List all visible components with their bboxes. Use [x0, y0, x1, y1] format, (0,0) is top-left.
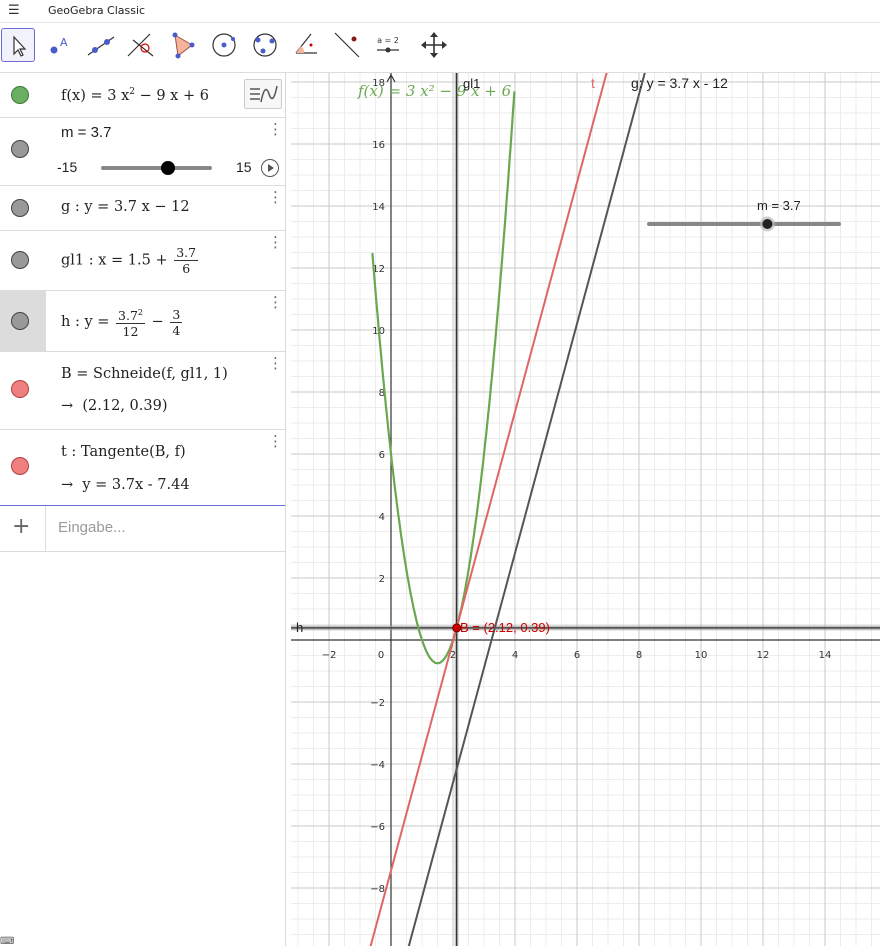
line-gl1-expression: gl1 : x = 1.5 + 3.7 6 — [61, 245, 199, 276]
algebra-row-f[interactable]: f(x) = 3 x2 − 9 x + 6 — [0, 73, 285, 118]
line-h-label: h — [296, 620, 303, 635]
circle-three-points-icon — [253, 33, 277, 57]
svg-text:A: A — [60, 36, 68, 49]
visibility-toggle-f[interactable] — [11, 86, 29, 104]
more-options-icon[interactable]: ⋮ — [268, 190, 283, 205]
tangent-t-result: → y = 3.7x - 7.44 — [61, 477, 190, 493]
reflect-icon — [334, 32, 360, 58]
circle-center-point-tool[interactable] — [207, 28, 241, 62]
polygon-icon — [172, 32, 195, 59]
x-tick-label: 8 — [636, 650, 642, 661]
visibility-toggle-B[interactable] — [11, 380, 29, 398]
more-options-icon[interactable]: ⋮ — [268, 434, 283, 449]
more-options-icon[interactable]: ⋮ — [268, 122, 283, 137]
hamburger-menu-icon[interactable]: ☰ — [8, 3, 20, 18]
graphics-view[interactable]: −2 0 2 4 6 8 10 12 14 18 16 14 12 10 8 6 4 2 −2 −4 −6 −8 f(x)… — [291, 73, 880, 946]
move-cross-icon — [421, 32, 447, 58]
perpendicular-icon — [127, 33, 154, 57]
algebra-row-h[interactable]: h : y = 3.72 12 − 34 ⋮ — [0, 291, 285, 352]
style-bar-toggle-button[interactable] — [244, 79, 282, 109]
point-tool[interactable]: A — [43, 28, 77, 62]
perpendicular-line-tool[interactable] — [125, 28, 159, 62]
y-tick-label: −6 — [370, 822, 385, 833]
circle-center-icon — [212, 33, 236, 57]
y-tick-label: 14 — [372, 202, 385, 213]
y-tick-label: 4 — [379, 512, 385, 523]
graphics-canvas[interactable]: −2 0 2 4 6 8 10 12 1418161412108642−2−4−6−8 f(x)… — [291, 73, 880, 946]
line-tool[interactable] — [84, 28, 118, 62]
add-icon[interactable]: + — [12, 514, 30, 539]
move-tool[interactable] — [1, 28, 35, 62]
play-animation-button[interactable] — [261, 159, 279, 177]
function-f-label: f(x) = 3 x² − 9 x + 6 — [357, 82, 512, 100]
algebra-row-t[interactable]: t : Tangente(B, f) → y = 3.7x - 7.44 ⋮ — [0, 430, 285, 506]
y-tick-label: 6 — [379, 450, 385, 461]
x-tick-label: 10 — [695, 650, 708, 661]
slider-track[interactable] — [101, 166, 212, 170]
slider-min-label: -15 — [57, 159, 78, 175]
more-options-icon[interactable]: ⋮ — [268, 235, 283, 250]
line-icon — [87, 36, 115, 56]
svg-text:a = 2: a = 2 — [377, 36, 399, 45]
point-B-definition: B = Schneide(f, gl1, 1) — [61, 366, 228, 382]
x-tick-label: 0 — [378, 650, 384, 661]
x-tick-label: 12 — [757, 650, 770, 661]
polygon-tool[interactable] — [166, 28, 200, 62]
algebra-row-gl1[interactable]: gl1 : x = 1.5 + 3.7 6 ⋮ — [0, 231, 285, 291]
graphics-slider-handle — [762, 219, 773, 229]
slider-handle[interactable] — [161, 161, 175, 175]
input-bar-placeholder[interactable]: Eingabe... — [58, 519, 126, 536]
function-f-expression: f(x) = 3 x2 − 9 x + 6 — [61, 87, 209, 104]
line-g-label: g: y = 3.7 x - 12 — [631, 75, 728, 91]
slider-m-label: m = 3.7 — [61, 124, 112, 141]
y-tick-label: −8 — [370, 884, 385, 895]
algebra-row-B[interactable]: B = Schneide(f, gl1, 1) → (2.12, 0.39) ⋮ — [0, 352, 285, 430]
title-bar: ☰ GeoGebra Classic — [0, 0, 880, 23]
x-tick-label: 14 — [819, 650, 832, 661]
tangent-t-label: t — [591, 75, 595, 91]
angle-icon — [295, 33, 317, 54]
line-gl1-label: gl1 — [463, 76, 480, 91]
visibility-toggle-t[interactable] — [11, 457, 29, 475]
visibility-toggle-h[interactable] — [11, 312, 29, 330]
point-B-result: → (2.12, 0.39) — [61, 398, 168, 414]
app-title: GeoGebra Classic — [48, 4, 146, 17]
visibility-toggle-m[interactable] — [11, 140, 29, 158]
visibility-toggle-gl1[interactable] — [11, 251, 29, 269]
y-tick-label: 16 — [372, 140, 385, 151]
point-icon: A — [50, 36, 68, 54]
point-B-label: B = (2.12, 0.39) — [460, 620, 550, 635]
input-row[interactable]: + Eingabe... — [0, 506, 285, 552]
x-tick-label: −2 — [322, 650, 337, 661]
slider-tool[interactable]: a = 2 — [371, 28, 405, 62]
algebra-view: f(x) = 3 x2 − 9 x + 6 m = 3.7 ⋮ -15 15 g… — [0, 73, 286, 947]
x-tick-label: 4 — [512, 650, 518, 661]
toolbar: A a = 2 — [0, 23, 880, 73]
graphics-slider-label: m = 3.7 — [757, 198, 801, 213]
tangent-t-line — [369, 73, 608, 946]
reflect-tool[interactable] — [330, 28, 364, 62]
more-options-icon[interactable]: ⋮ — [268, 356, 283, 371]
cursor-arrow-icon — [13, 35, 27, 57]
function-style-icon — [250, 85, 278, 103]
angle-tool[interactable] — [289, 28, 323, 62]
line-g-expression: g : y = 3.7 x − 12 — [61, 199, 190, 215]
move-graphics-view-tool[interactable] — [417, 28, 451, 62]
more-options-icon[interactable]: ⋮ — [268, 295, 283, 310]
slider-max-label: 15 — [236, 159, 252, 175]
algebra-row-m[interactable]: m = 3.7 ⋮ -15 15 — [0, 118, 285, 186]
circle-three-points-tool[interactable] — [248, 28, 282, 62]
visibility-toggle-g[interactable] — [11, 199, 29, 217]
tangent-t-definition: t : Tangente(B, f) — [61, 444, 186, 460]
algebra-row-g[interactable]: g : y = 3.7 x − 12 ⋮ — [0, 186, 285, 231]
x-tick-label: 6 — [574, 650, 580, 661]
play-icon — [268, 164, 274, 172]
y-tick-label: −2 — [370, 698, 385, 709]
line-h-expression: h : y = 3.72 12 − 34 — [61, 306, 183, 340]
keyboard-icon[interactable]: ⌨ — [0, 936, 14, 947]
y-tick-label: 2 — [379, 574, 385, 585]
y-tick-label: −4 — [370, 760, 385, 771]
slider-icon: a = 2 — [377, 36, 399, 53]
